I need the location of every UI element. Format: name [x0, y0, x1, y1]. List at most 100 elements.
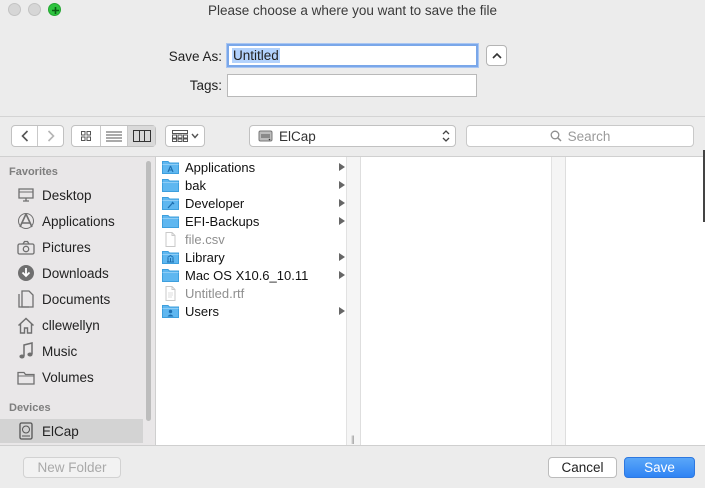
location-label: ElCap — [279, 128, 316, 144]
disclosure-arrow-icon — [339, 199, 345, 207]
sidebar-item-desktop[interactable]: Desktop — [0, 183, 143, 207]
list-item-bak[interactable]: bak — [156, 176, 347, 194]
sidebar-item-documents[interactable]: Documents — [0, 287, 143, 311]
sidebar-item-label: cllewellyn — [42, 317, 100, 333]
chevron-left-icon — [21, 130, 28, 142]
list-item-library[interactable]: Library — [156, 248, 347, 266]
folder-icon — [162, 178, 179, 193]
folder-icon — [162, 268, 179, 283]
list-item-developer[interactable]: Developer — [156, 194, 347, 212]
disclosure-arrow-icon — [339, 181, 345, 189]
column-1-gutter — [347, 157, 361, 446]
list-icon — [105, 131, 122, 141]
chevron-right-icon — [47, 130, 55, 142]
save-as-value: Untitled — [232, 48, 280, 63]
list-item-label: EFI-Backups — [185, 213, 260, 229]
list-item-label: Users — [185, 303, 219, 319]
sidebar-item-downloads[interactable]: Downloads — [0, 261, 143, 285]
back-forward-control — [11, 125, 64, 147]
save-button[interactable]: Save — [624, 457, 695, 478]
updown-chevron-icon — [442, 130, 450, 142]
sidebar-item-applications[interactable]: Applications — [0, 209, 143, 233]
tags-field[interactable] — [227, 74, 477, 97]
search-field[interactable]: Search — [466, 125, 694, 147]
sidebar-item-label: Pictures — [42, 239, 91, 255]
list-item-label: Mac OS X10.6_10.11 — [185, 267, 309, 283]
list-item-file-csv: file.csv — [156, 230, 347, 248]
list-item-label: Library — [185, 249, 225, 265]
forward-button[interactable] — [37, 126, 63, 146]
hard-drive-icon — [258, 130, 273, 142]
collapse-dialog-button[interactable] — [486, 45, 507, 66]
browser-column-1: Applications bak Developer EFI-Backups f… — [156, 157, 347, 446]
new-folder-button[interactable]: New Folder — [23, 457, 121, 478]
list-item-label: file.csv — [185, 231, 225, 247]
sidebar-item-label: ElCap — [42, 423, 79, 439]
column-view-button[interactable] — [127, 126, 155, 146]
sidebar-item-label: Volumes — [42, 369, 94, 385]
search-placeholder: Search — [567, 128, 611, 144]
sidebar-scrollbar[interactable] — [146, 161, 151, 421]
sidebar-item-label: Music — [42, 343, 78, 359]
sidebar-item-label: Desktop — [42, 187, 92, 203]
arrange-button[interactable] — [165, 125, 205, 147]
music-note-icon — [16, 342, 36, 360]
chevron-down-icon — [190, 133, 199, 139]
tags-label: Tags: — [189, 78, 222, 93]
folder-icon — [162, 214, 179, 229]
sidebar-item-music[interactable]: Music — [0, 339, 143, 363]
developer-folder-icon — [162, 196, 179, 211]
title-bar: Please choose a where you want to save t… — [0, 0, 705, 22]
view-mode-control — [71, 125, 156, 147]
list-item-mac-os-x[interactable]: Mac OS X10.6_10.11 — [156, 266, 347, 284]
browser-toolbar: ElCap Search — [0, 116, 705, 156]
download-icon — [16, 264, 36, 282]
camera-icon — [16, 238, 36, 256]
disclosure-arrow-icon — [339, 271, 345, 279]
sidebar-item-label: Downloads — [42, 265, 109, 281]
save-as-field[interactable]: Untitled — [227, 44, 478, 67]
disclosure-arrow-icon — [339, 217, 345, 225]
sidebar-item-pictures[interactable]: Pictures — [0, 235, 143, 259]
list-item-efi-backups[interactable]: EFI-Backups — [156, 212, 347, 230]
list-item-untitled-rtf: Untitled.rtf — [156, 284, 347, 302]
list-item-users[interactable]: Users — [156, 302, 347, 320]
list-item-label: bak — [185, 177, 206, 193]
columns-icon — [132, 130, 151, 142]
button-bar: New Folder Cancel Save — [0, 445, 705, 488]
list-item-label: Applications — [185, 159, 256, 175]
applications-folder-icon — [162, 160, 179, 175]
list-view-button[interactable] — [99, 126, 128, 146]
column-2-gutter — [552, 157, 566, 446]
list-item-applications[interactable]: Applications — [156, 158, 347, 176]
arrange-grid-icon — [171, 130, 188, 142]
applications-icon — [16, 212, 36, 230]
disclosure-arrow-icon — [339, 163, 345, 171]
save-form: Save As: Untitled Tags: — [0, 22, 705, 116]
icon-view-button[interactable] — [72, 126, 100, 146]
sidebar-item-home[interactable]: cllewellyn — [0, 313, 143, 337]
desktop-icon — [16, 186, 36, 204]
icon-grid-icon — [80, 131, 91, 141]
disclosure-arrow-icon — [339, 253, 345, 261]
hard-drive-icon — [16, 422, 36, 440]
documents-icon — [16, 290, 36, 308]
document-icon — [162, 231, 179, 247]
column-resize-handle[interactable]: || — [351, 434, 355, 444]
list-item-label: Untitled.rtf — [185, 285, 245, 301]
sidebar-item-label: Documents — [42, 291, 111, 307]
cancel-button[interactable]: Cancel — [548, 457, 617, 478]
sidebar-item-volumes[interactable]: Volumes — [0, 365, 143, 389]
sidebar-item-elcap[interactable]: ElCap — [0, 419, 143, 443]
devices-heading: Devices — [9, 402, 51, 414]
users-folder-icon — [162, 304, 179, 319]
folder-icon — [16, 368, 36, 386]
browser-column-2 — [361, 157, 552, 446]
window-title: Please choose a where you want to save t… — [208, 3, 497, 18]
sidebar-item-label: Applications — [42, 213, 115, 229]
list-item-label: Developer — [185, 195, 245, 211]
back-button[interactable] — [12, 126, 37, 146]
location-popup[interactable]: ElCap — [249, 125, 456, 147]
save-as-label: Save As: — [168, 49, 222, 64]
sidebar: Favorites Desktop Applications Pictures … — [0, 156, 155, 445]
